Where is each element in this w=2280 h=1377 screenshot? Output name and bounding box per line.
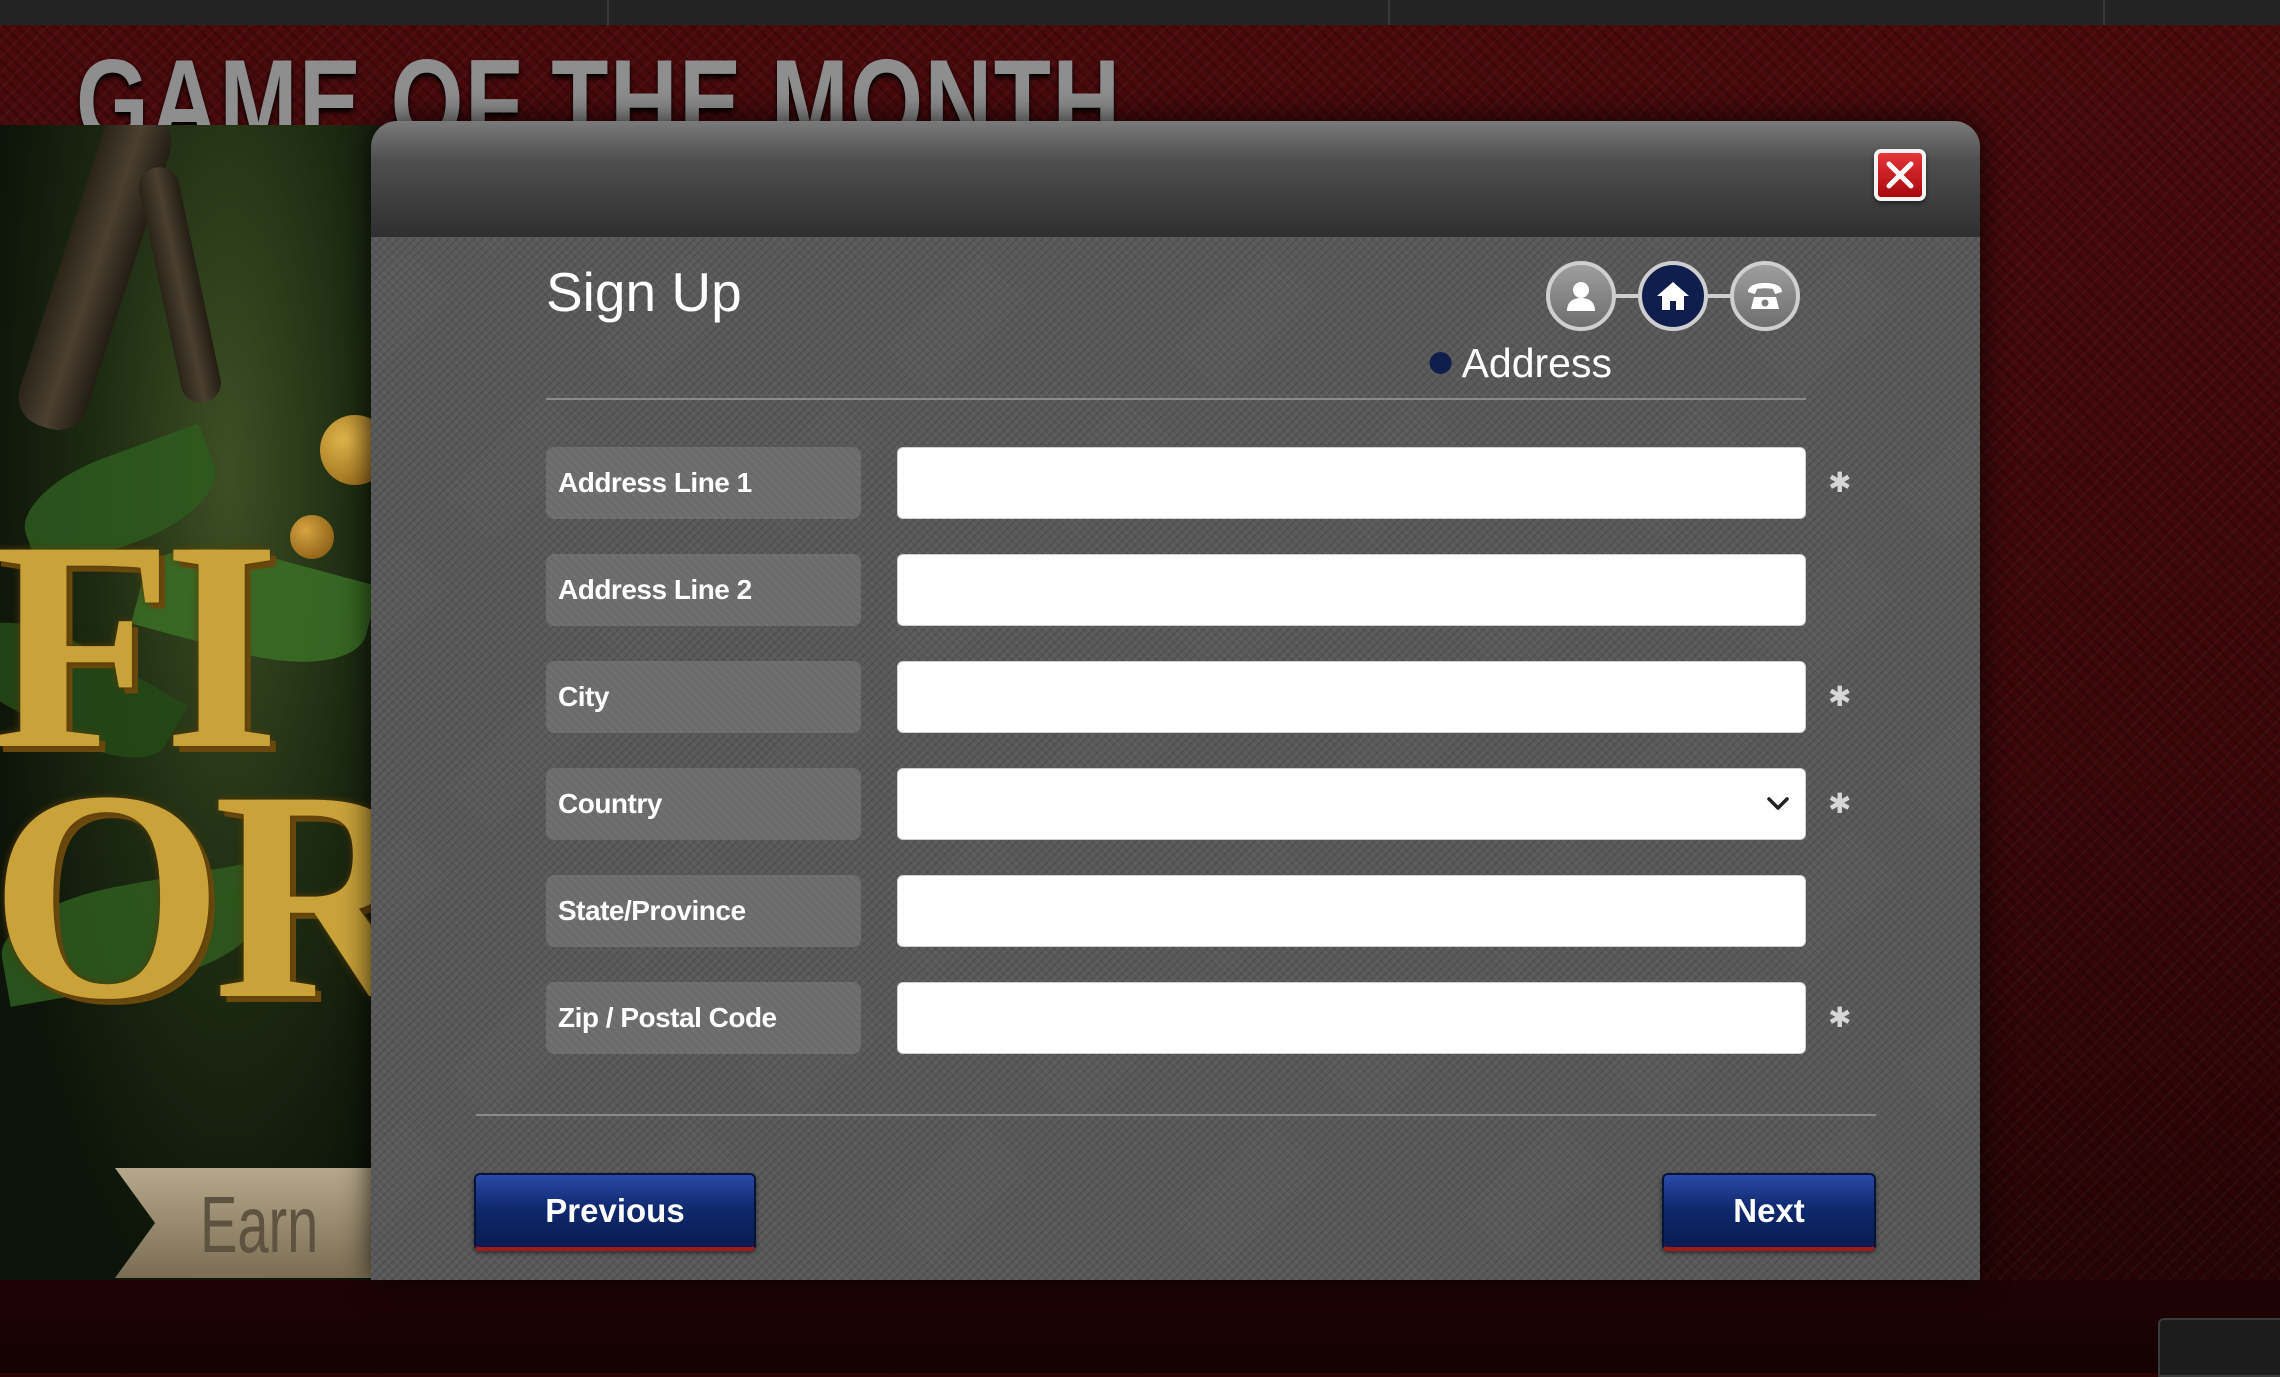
game-logo-text: FI OR — [0, 479, 430, 1061]
next-button[interactable]: Next — [1662, 1173, 1876, 1251]
nav-separator — [1388, 0, 1390, 25]
address-line-2-input[interactable] — [897, 554, 1806, 626]
field-label: Address Line 2 — [546, 554, 861, 626]
field-label: Address Line 1 — [546, 447, 861, 519]
step-indicator — [1546, 261, 1806, 333]
step-personal — [1546, 261, 1616, 331]
home-icon — [1657, 282, 1689, 310]
nav-separator — [2103, 0, 2105, 25]
current-step-label: Address — [1461, 340, 1612, 386]
field-label: Zip / Postal Code — [546, 982, 861, 1054]
field-label: Country — [546, 768, 861, 840]
required-mark: ✱ — [1828, 681, 1852, 712]
zip-code-row: Zip / Postal Code ✱ — [546, 982, 1851, 1054]
city-input[interactable] — [897, 661, 1806, 733]
address-line-1-row: Address Line 1 ✱ — [546, 447, 1851, 519]
country-select[interactable] — [897, 768, 1806, 840]
nav-separator — [607, 0, 609, 25]
step-address — [1638, 261, 1708, 331]
header-divider — [546, 398, 1806, 400]
required-mark: ✱ — [1828, 1002, 1852, 1033]
phone-icon — [1748, 283, 1782, 309]
close-button[interactable] — [1874, 149, 1926, 201]
close-icon — [1886, 161, 1914, 189]
city-row: City ✱ — [546, 661, 1851, 733]
state-province-row: State/Province — [546, 875, 1806, 947]
current-step-dot — [1429, 352, 1452, 374]
step-connector — [1614, 294, 1638, 298]
footer-divider — [476, 1114, 1876, 1116]
required-mark: ✱ — [1828, 788, 1852, 819]
previous-button[interactable]: Previous — [474, 1173, 756, 1251]
required-mark: ✱ — [1828, 467, 1852, 498]
tree-trunk — [135, 163, 225, 407]
corner-chat-tab[interactable] — [2158, 1318, 2280, 1377]
step-contact — [1730, 261, 1800, 331]
address-line-2-row: Address Line 2 — [546, 554, 1806, 626]
signup-title: Sign Up — [546, 261, 742, 323]
chevron-down-icon — [1767, 797, 1789, 810]
country-row: Country ✱ — [546, 768, 1851, 840]
current-step: Address — [1429, 340, 1612, 386]
signup-modal: Sign Up Address Address Line 1 ✱ Address… — [371, 121, 1980, 1280]
field-label: State/Province — [546, 875, 861, 947]
state-province-input[interactable] — [897, 875, 1806, 947]
address-line-1-input[interactable] — [897, 447, 1806, 519]
top-nav-bar — [0, 0, 2280, 26]
earn-banner-text: Earn — [200, 1180, 319, 1269]
user-icon — [1567, 282, 1595, 311]
step-connector — [1706, 294, 1730, 298]
modal-body — [371, 237, 1980, 1280]
field-label: City — [546, 661, 861, 733]
modal-header — [371, 121, 1980, 237]
page-footer-strip — [0, 1280, 2280, 1373]
zip-code-input[interactable] — [897, 982, 1806, 1054]
